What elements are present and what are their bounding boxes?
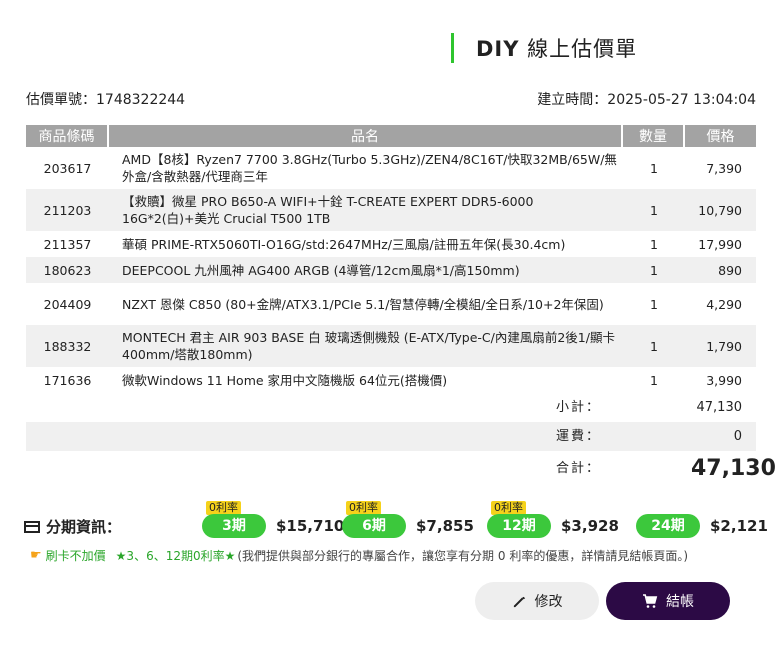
cell-price: 3,990 — [706, 372, 742, 388]
zero-interest-badge: 0利率 — [206, 501, 241, 515]
cell-price: 7,390 — [706, 160, 742, 176]
edit-button[interactable]: 修改 — [475, 582, 599, 620]
table-row: 211203 【救贖】微星 PRO B650-A WIFI+十銓 T-CREAT… — [26, 189, 756, 231]
total-value: 47,130 — [691, 455, 776, 481]
checkout-button-label: 結帳 — [666, 594, 694, 610]
table-row: 203617 AMD【8核】Ryzen7 7700 3.8GHz(Turbo 5… — [26, 147, 756, 189]
header-price: 價格 — [685, 125, 756, 147]
cell-qty: 1 — [623, 189, 685, 231]
cell-name: AMD【8核】Ryzen7 7700 3.8GHz(Turbo 5.3GHz)/… — [122, 152, 617, 184]
shipping-value: 0 — [685, 422, 756, 451]
shipping-row: 運費： 0 — [26, 422, 756, 451]
edit-button-label: 修改 — [534, 594, 563, 610]
zero-interest-badge: 0利率 — [491, 501, 526, 515]
cell-price: 17,990 — [698, 236, 742, 252]
cell-price: 10,790 — [685, 189, 756, 231]
cell-name: MONTECH 君主 AIR 903 BASE 白 玻璃透側機殼 (E-ATX/… — [109, 325, 623, 367]
cell-price: 4,290 — [706, 296, 742, 312]
cell-code: 180623 — [26, 257, 109, 283]
page-title: DIY 線上估價單 — [451, 33, 637, 63]
quote-number: 估價單號：1748322244 — [26, 92, 186, 108]
term-amount: $3,928 — [561, 517, 619, 535]
term-pill: 12期 — [487, 514, 551, 538]
cell-qty: 1 — [650, 372, 658, 388]
term-amount: $2,121 — [710, 517, 768, 535]
credit-card-icon — [24, 520, 40, 533]
notice-zero-interest: ★3、6、12期0利率★ — [115, 549, 236, 563]
pointing-hand-icon: ☛ — [30, 548, 42, 563]
cell-qty: 1 — [623, 325, 685, 367]
table-row: 204409 NZXT 恩傑 C850 (80+金牌/ATX3.1/PCIe 5… — [26, 283, 756, 325]
cell-price: 1,790 — [685, 325, 756, 367]
term-pill: 6期 — [342, 514, 406, 538]
checkout-button[interactable]: 結帳 — [606, 582, 730, 620]
table-row: 180623 DEEPCOOL 九州風神 AG400 ARGB (4導管/12c… — [26, 257, 756, 283]
cell-qty: 1 — [650, 296, 658, 312]
title-diy: DIY — [476, 37, 520, 61]
cell-code: 171636 — [43, 372, 92, 388]
installment-label-text: 分期資訊： — [46, 518, 122, 536]
cell-code: 211203 — [26, 189, 109, 231]
table-row: 211357 華碩 PRIME-RTX5060TI-O16G/std:2647M… — [26, 231, 756, 257]
header-code: 商品條碼 — [26, 125, 109, 147]
title-accent-bar — [451, 33, 454, 63]
title-rest: 線上估價單 — [519, 37, 638, 61]
cell-qty: 1 — [623, 257, 685, 283]
subtotal-label: 小計： — [555, 400, 601, 415]
subtotal-row: 小計： 47,130 — [26, 393, 756, 422]
payment-notice: ☛ 刷卡不加價 ★3、6、12期0利率★ (我們提供與部分銀行的專屬合作，讓您享… — [30, 547, 688, 564]
total-label: 合計： — [555, 460, 601, 476]
cell-price: 890 — [685, 257, 756, 283]
notice-no-surcharge: 刷卡不加價 — [45, 549, 106, 563]
cell-code: 203617 — [43, 160, 92, 176]
cell-name: 【救贖】微星 PRO B650-A WIFI+十銓 T-CREATE EXPER… — [109, 189, 623, 231]
table-header-row: 商品條碼 品名 數量 價格 — [26, 125, 756, 147]
header-qty: 數量 — [623, 125, 685, 147]
subtotal-value: 47,130 — [696, 400, 743, 415]
term-pill: 3期 — [202, 514, 266, 538]
term-amount: $15,710 — [276, 517, 345, 535]
total-row: 合計： 47,130 — [26, 451, 776, 485]
cell-name: 微軟Windows 11 Home 家用中文隨機版 64位元(搭機價) — [122, 372, 448, 388]
zero-interest-badge: 0利率 — [346, 501, 381, 515]
notice-details: (我們提供與部分銀行的專屬合作，讓您享有分期 0 利率的優惠，詳情請見結帳頁面。… — [237, 549, 689, 563]
created-time: 建立時間：2025-05-27 13:04:04 — [537, 92, 756, 108]
quote-meta: 估價單號：1748322244 建立時間：2025-05-27 13:04:04 — [26, 89, 756, 108]
cell-code: 211357 — [43, 236, 92, 252]
cart-icon — [643, 593, 658, 608]
cell-qty: 1 — [650, 160, 658, 176]
table-row: 188332 MONTECH 君主 AIR 903 BASE 白 玻璃透側機殼 … — [26, 325, 756, 367]
cell-name: NZXT 恩傑 C850 (80+金牌/ATX3.1/PCIe 5.1/智慧停轉… — [122, 296, 604, 312]
term-amount: $7,855 — [416, 517, 474, 535]
installment-label: 分期資訊： — [24, 516, 121, 537]
header-name: 品名 — [109, 125, 623, 147]
term-pill: 24期 — [636, 514, 700, 538]
installment-info: 分期資訊： 0利率 3期 $15,710 0利率 6期 $7,855 0利率 1… — [24, 501, 768, 540]
cell-code: 204409 — [43, 296, 92, 312]
pencil-icon — [513, 596, 525, 607]
cell-qty: 1 — [650, 236, 658, 252]
table-row: 171636 微軟Windows 11 Home 家用中文隨機版 64位元(搭機… — [26, 367, 756, 393]
cell-name: 華碩 PRIME-RTX5060TI-O16G/std:2647MHz/三風扇/… — [122, 236, 566, 252]
shipping-label: 運費： — [26, 422, 623, 451]
cell-code: 188332 — [26, 325, 109, 367]
quote-table: 商品條碼 品名 數量 價格 203617 AMD【8核】Ryzen7 7700 … — [26, 125, 776, 485]
title-text: DIY 線上估價單 — [476, 33, 637, 63]
cell-name: DEEPCOOL 九州風神 AG400 ARGB (4導管/12cm風扇*1/高… — [109, 257, 623, 283]
